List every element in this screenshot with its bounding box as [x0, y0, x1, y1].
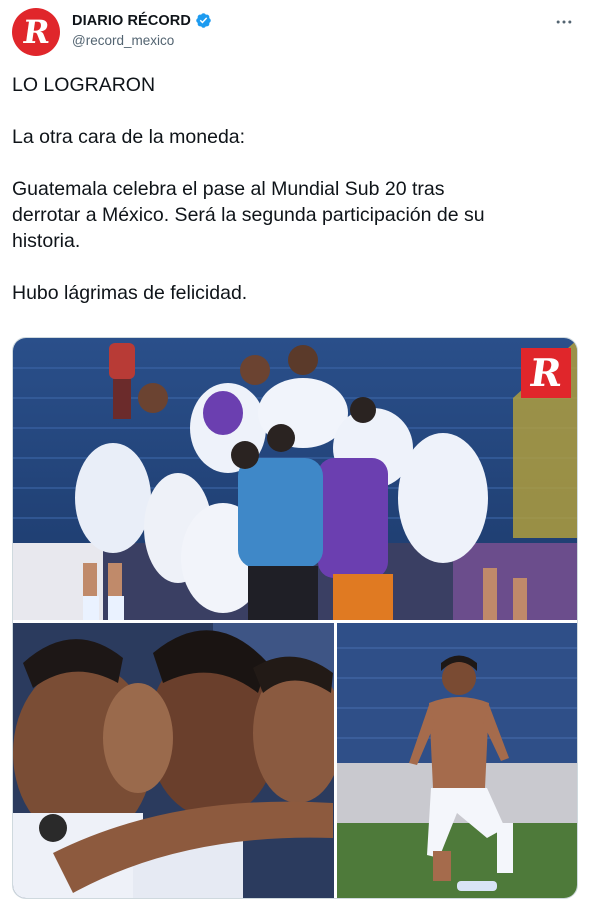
avatar-logo: R — [20, 13, 52, 51]
players-embracing-image — [13, 623, 334, 898]
verified-badge-icon — [195, 12, 212, 29]
display-name-row: DIARIO RÉCORD — [72, 12, 212, 29]
media-grid: R — [12, 337, 578, 899]
tweet: R DIARIO RÉCORD @record_mexico LO LOGRAR… — [0, 0, 596, 900]
player-kneeling-image — [337, 623, 577, 898]
tweet-text: LO LOGRARON La otra cara de la moneda: G… — [12, 74, 485, 304]
photo-team-celebration[interactable]: R — [13, 338, 577, 620]
record-watermark: R — [521, 348, 571, 398]
photo-player-kneeling[interactable] — [337, 623, 577, 898]
more-dots-icon — [556, 20, 572, 24]
team-celebration-image — [13, 338, 577, 620]
handle[interactable]: @record_mexico — [72, 33, 212, 48]
photo-players-embracing[interactable] — [13, 623, 334, 898]
avatar[interactable]: R — [12, 8, 60, 56]
tweet-header: R DIARIO RÉCORD @record_mexico — [12, 8, 584, 58]
account-names: DIARIO RÉCORD @record_mexico — [72, 12, 212, 48]
more-button[interactable] — [552, 10, 576, 34]
display-name[interactable]: DIARIO RÉCORD — [72, 13, 191, 29]
watermark-logo: R — [527, 350, 566, 395]
